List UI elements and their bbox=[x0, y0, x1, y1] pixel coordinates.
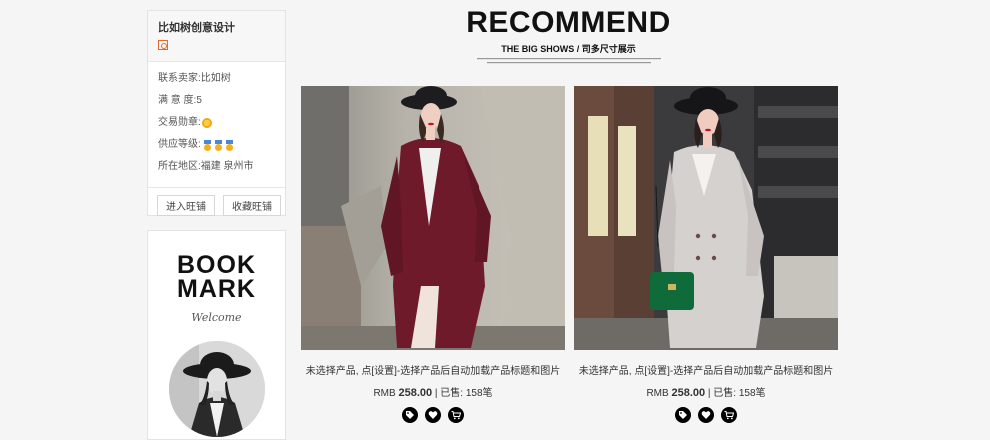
shop-actions: 进入旺铺 收藏旺铺 bbox=[157, 195, 281, 216]
bookmark-title-line2: MARK bbox=[177, 275, 256, 303]
seller-label: 联系卖家: bbox=[158, 73, 201, 84]
bookmark-subtitle: Welcome bbox=[191, 311, 242, 324]
product-title[interactable]: 未选择产品, 点[设置]-选择产品后自动加载产品标题和图片 bbox=[301, 362, 565, 377]
bookmark-title: BOOK MARK bbox=[148, 251, 285, 303]
bookmark-banner[interactable]: BOOK MARK Welcome bbox=[147, 230, 286, 440]
tag-icon[interactable] bbox=[675, 407, 691, 423]
model-portrait-image bbox=[169, 341, 265, 437]
heart-icon[interactable] bbox=[425, 407, 441, 423]
price-value: 258.00 bbox=[398, 387, 433, 399]
tag-icon[interactable] bbox=[402, 407, 418, 423]
region-value: 福建 泉州市 bbox=[200, 161, 254, 172]
seller-value[interactable]: 比如树 bbox=[201, 68, 231, 90]
sold-value: 158笔 bbox=[465, 388, 493, 399]
cart-icon[interactable] bbox=[448, 407, 464, 423]
product-card: 未选择产品, 点[设置]-选择产品后自动加载产品标题和图片 RMB 258.00… bbox=[574, 86, 838, 423]
seller-row: 联系卖家: 比如树 bbox=[158, 68, 285, 90]
region-row: 所在地区: 福建 泉州市 bbox=[158, 156, 285, 178]
price-currency: RMB bbox=[373, 388, 396, 399]
enter-shop-button[interactable]: 进入旺铺 bbox=[157, 195, 215, 216]
product-card: 未选择产品, 点[设置]-选择产品后自动加载产品标题和图片 RMB 258.00… bbox=[301, 86, 565, 423]
shop-name[interactable]: 比如树创意设计 bbox=[158, 19, 285, 35]
price-value: 258.00 bbox=[671, 387, 706, 399]
shop-logo-icon bbox=[158, 40, 168, 50]
shop-info-card: 比如树创意设计 联系卖家: 比如树 满 意 度: 5 交易勋章: 供应等级: 所… bbox=[147, 10, 286, 216]
satisfaction-value: 5 bbox=[196, 95, 202, 106]
supply-level-row: 供应等级: bbox=[158, 134, 285, 156]
shop-header: 比如树创意设计 bbox=[148, 11, 285, 62]
sold-label: 已售: bbox=[713, 388, 737, 399]
sold-label: 已售: bbox=[440, 388, 464, 399]
price-currency: RMB bbox=[646, 388, 669, 399]
satisfaction-row: 满 意 度: 5 bbox=[158, 90, 285, 112]
bookmark-portrait bbox=[169, 341, 265, 437]
supply-medal-icon bbox=[225, 139, 234, 151]
product-price-row: RMB 258.00 | 已售: 158笔 bbox=[574, 384, 838, 399]
product-image[interactable] bbox=[301, 86, 565, 350]
collect-shop-button[interactable]: 收藏旺铺 bbox=[223, 195, 281, 216]
trade-medal-icon[interactable] bbox=[201, 118, 212, 128]
shop-details: 联系卖家: 比如树 满 意 度: 5 交易勋章: 供应等级: 所在地区: 福建 … bbox=[148, 62, 285, 178]
region-label: 所在地区: bbox=[158, 161, 201, 172]
product-title[interactable]: 未选择产品, 点[设置]-选择产品后自动加载产品标题和图片 bbox=[574, 362, 838, 377]
product-actions bbox=[301, 407, 565, 423]
divider bbox=[148, 187, 285, 188]
product-image[interactable] bbox=[574, 86, 838, 350]
trade-medal-label: 交易勋章: bbox=[158, 117, 201, 128]
heart-icon[interactable] bbox=[698, 407, 714, 423]
bookmark-title-line1: BOOK bbox=[177, 251, 256, 279]
supply-medal-icon bbox=[203, 139, 212, 151]
supply-medal-icon bbox=[214, 139, 223, 151]
product-price-row: RMB 258.00 | 已售: 158笔 bbox=[301, 384, 565, 399]
trade-medal-row: 交易勋章: bbox=[158, 112, 285, 134]
model-burgundy-coat-image bbox=[301, 86, 565, 350]
decorative-fine-print bbox=[475, 57, 663, 66]
sold-value: 158笔 bbox=[738, 388, 766, 399]
fine-print-lines bbox=[477, 58, 661, 64]
supply-level-label: 供应等级: bbox=[158, 139, 201, 150]
section-title: RECOMMEND bbox=[466, 6, 671, 39]
cart-icon[interactable] bbox=[721, 407, 737, 423]
satisfaction-label: 满 意 度: bbox=[158, 95, 197, 106]
section-subtitle: THE BIG SHOWS / 司多尺寸展示 bbox=[501, 44, 636, 54]
model-grey-coat-image bbox=[574, 86, 838, 350]
product-actions bbox=[574, 407, 838, 423]
